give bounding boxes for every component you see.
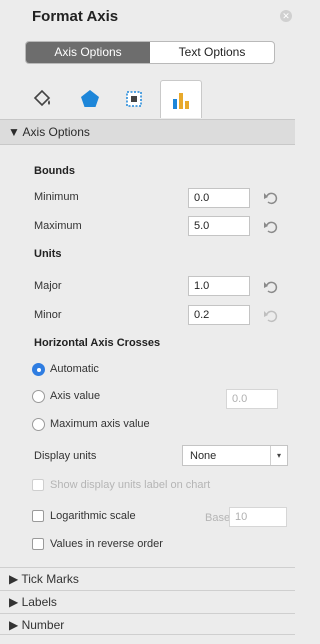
maximum-input[interactable]: 5.0 [188,216,250,236]
tab-text-options[interactable]: Text Options [150,42,274,63]
show-display-units-checkbox [32,479,44,491]
major-input[interactable]: 1.0 [188,276,250,296]
size-properties-icon [126,91,142,107]
fill-bucket-icon [33,89,51,107]
maximum-axis-value-radio-label: Maximum axis value [50,418,150,430]
section-label: ▼ Axis Options [8,125,90,139]
minimum-input[interactable]: 0.0 [188,188,250,208]
logarithmic-scale-checkbox[interactable] [32,510,44,522]
size-properties-tab[interactable] [114,80,154,118]
minor-label: Minor [34,309,62,321]
minimum-label: Minimum [34,191,79,203]
panel-title: Format Axis [32,8,119,25]
values-in-reverse-order-checkbox[interactable] [32,538,44,550]
display-units-value: None [190,450,217,462]
pentagon-shape-icon [81,90,99,107]
automatic-radio[interactable] [32,363,45,376]
base-label: Base [205,512,231,524]
automatic-radio-label: Automatic [50,363,99,375]
axis-options-tab[interactable] [160,80,202,118]
display-units-label: Display units [34,450,97,462]
tick-marks-label: ▶ Tick Marks [9,572,79,586]
effects-tab[interactable] [70,80,110,118]
fill-line-tab[interactable] [22,80,62,118]
axis-options-section-header[interactable]: ▼ Axis Options [0,119,295,145]
reset-minor-icon [264,310,278,323]
tab-switcher: Axis Options Text Options [25,41,275,64]
number-section[interactable]: ▶ Number [0,613,295,635]
axis-value-input[interactable]: 0.0 [226,389,278,409]
axis-value-radio-label: Axis value [50,390,101,402]
labels-label: ▶ Labels [9,595,57,609]
close-icon[interactable]: ✕ [280,10,292,22]
reset-major-icon[interactable] [263,280,279,294]
tab-axis-options[interactable]: Axis Options [26,42,150,63]
number-label: ▶ Number [9,618,65,632]
display-units-select[interactable]: None ▾ [182,445,288,466]
reset-minimum-icon[interactable] [263,191,279,205]
labels-section[interactable]: ▶ Labels [0,590,295,612]
maximum-axis-value-radio[interactable] [32,418,45,431]
bounds-heading: Bounds [34,165,75,177]
axis-value-radio[interactable] [32,390,45,403]
major-label: Major [34,280,62,292]
reset-maximum-icon[interactable] [263,220,279,234]
minor-input[interactable]: 0.2 [188,305,250,325]
values-in-reverse-order-label: Values in reverse order [50,538,163,550]
tick-marks-section[interactable]: ▶ Tick Marks [0,567,295,589]
horizontal-axis-crosses-heading: Horizontal Axis Crosses [34,337,161,349]
base-input[interactable]: 10 [229,507,287,527]
logarithmic-scale-label: Logarithmic scale [50,510,136,522]
icon-tab-row [0,80,295,118]
bar-chart-icon [173,92,189,109]
show-display-units-label: Show display units label on chart [50,479,211,491]
units-heading: Units [34,248,62,260]
chevron-down-icon: ▾ [270,446,287,465]
maximum-label: Maximum [34,220,82,232]
